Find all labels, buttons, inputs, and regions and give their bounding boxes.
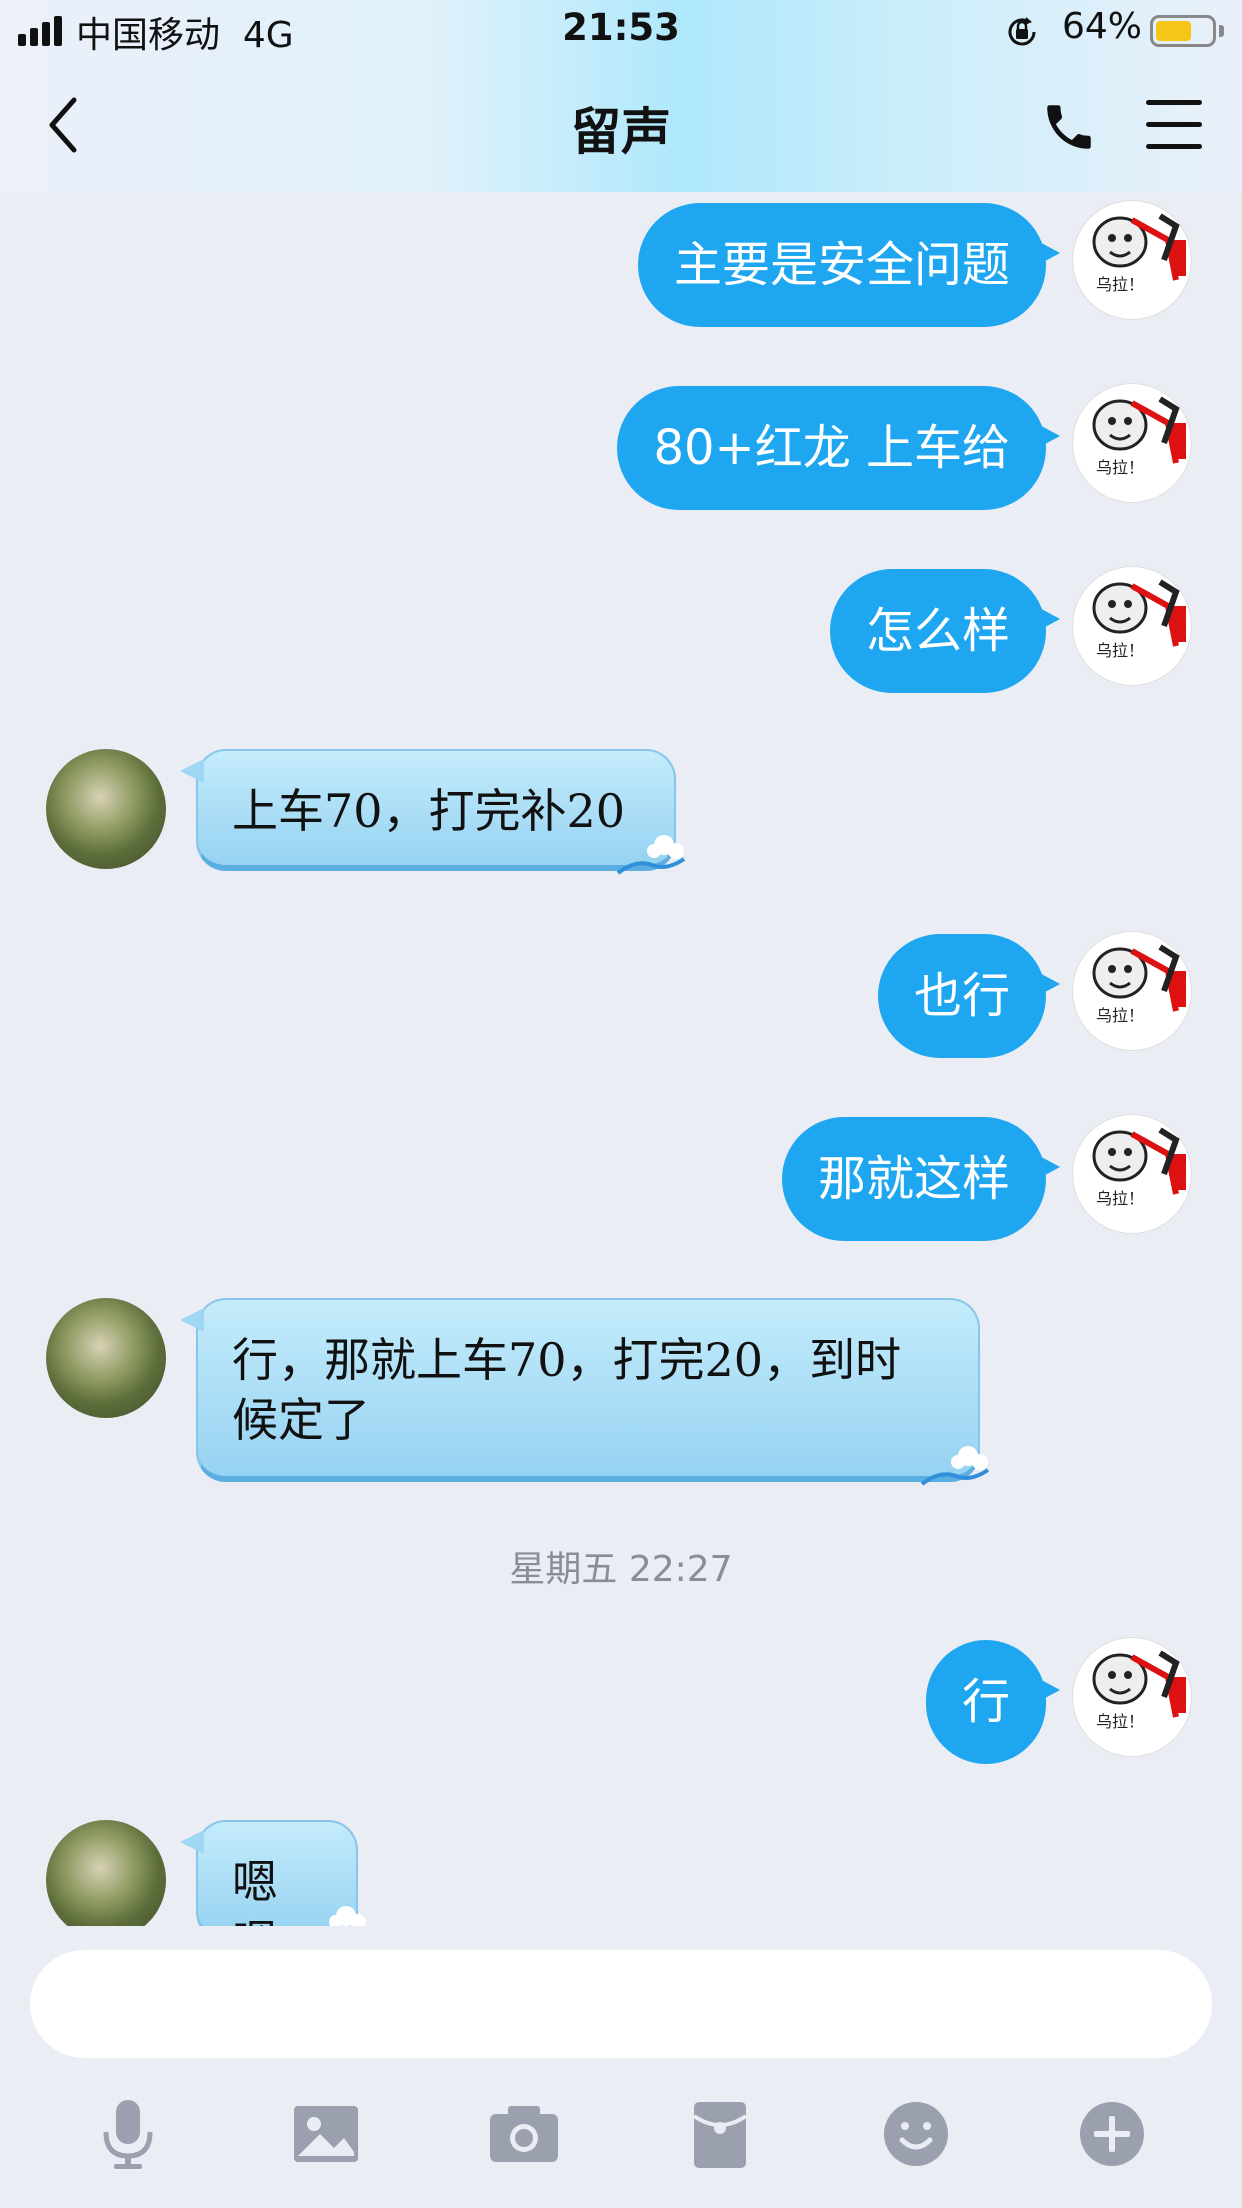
contact-avatar[interactable] xyxy=(46,749,166,869)
my-avatar[interactable]: 乌拉！ xyxy=(1072,200,1192,320)
contact-avatar[interactable] xyxy=(46,1298,166,1418)
meme-face-icon: 乌拉！ xyxy=(1092,396,1186,477)
rotation-lock-icon xyxy=(1008,17,1036,46)
composer-bar xyxy=(0,1926,1242,2208)
my-avatar[interactable]: 乌拉！ xyxy=(1072,1637,1192,1757)
message-input[interactable] xyxy=(30,1950,1212,2058)
wave-decoration-icon xyxy=(616,835,686,875)
chat-area: 主要是安全问题 乌拉！ 80+红龙 上车给 乌拉！ 怎么样 乌拉！ 上车70，打… xyxy=(0,192,1242,1926)
meme-face-icon: 乌拉！ xyxy=(1092,1650,1186,1731)
plus-icon[interactable] xyxy=(1072,2094,1152,2174)
microphone-icon[interactable] xyxy=(88,2094,168,2174)
message-row: 上车70，打完补20 xyxy=(0,749,1242,889)
svg-text:乌拉！: 乌拉！ xyxy=(1096,1189,1144,1208)
my-message-bubble[interactable]: 怎么样 xyxy=(829,569,1061,693)
svg-text:乌拉！: 乌拉！ xyxy=(1096,1712,1144,1731)
battery-nub xyxy=(1219,25,1224,37)
contact-message-text: 嗯嗯 xyxy=(232,1855,278,1926)
my-message-bubble[interactable]: 行 xyxy=(925,1640,1061,1764)
emoji-icon[interactable] xyxy=(876,2094,956,2174)
meme-face-icon: 乌拉！ xyxy=(1092,213,1186,294)
message-row: 嗯嗯 xyxy=(0,1820,1242,1926)
status-time: 21:53 xyxy=(562,6,680,49)
meme-face-icon: 乌拉！ xyxy=(1092,1127,1186,1208)
message-row: 也行 乌拉！ xyxy=(0,931,1242,1061)
svg-text:乌拉！: 乌拉！ xyxy=(1096,275,1144,294)
svg-text:乌拉！: 乌拉！ xyxy=(1096,641,1144,660)
my-avatar[interactable]: 乌拉！ xyxy=(1072,1114,1192,1234)
nav-bar: 留声 xyxy=(0,62,1242,192)
hamburger-menu-icon[interactable] xyxy=(1146,100,1202,150)
svg-text:乌拉！: 乌拉！ xyxy=(1096,1006,1144,1025)
contact-avatar[interactable] xyxy=(46,1820,166,1926)
meme-face-icon: 乌拉！ xyxy=(1092,944,1186,1025)
message-row: 怎么样 乌拉！ xyxy=(0,566,1242,696)
camera-icon[interactable] xyxy=(484,2094,564,2174)
header: 中国移动 4G 21:53 64% 留声 xyxy=(0,0,1242,192)
contact-message-bubble[interactable]: 上车70，打完补20 xyxy=(180,749,686,875)
contact-message-bubble[interactable]: 行，那就上车70，打完20，到时候定了 xyxy=(180,1298,990,1486)
red-packet-icon[interactable] xyxy=(680,2094,760,2174)
my-avatar[interactable]: 乌拉！ xyxy=(1072,383,1192,503)
my-message-bubble[interactable]: 80+红龙 上车给 xyxy=(617,386,1060,510)
wave-decoration-icon xyxy=(920,1446,990,1486)
message-row: 80+红龙 上车给 乌拉！ xyxy=(0,383,1242,513)
my-avatar[interactable]: 乌拉！ xyxy=(1072,931,1192,1051)
my-avatar[interactable]: 乌拉！ xyxy=(1072,566,1192,686)
svg-text:乌拉！: 乌拉！ xyxy=(1096,458,1144,477)
chevron-left-icon[interactable] xyxy=(40,90,90,160)
battery-fill xyxy=(1156,21,1191,41)
wave-decoration-icon xyxy=(329,1906,366,1926)
message-row: 行，那就上车70，打完20，到时候定了 xyxy=(0,1298,1242,1498)
my-message-bubble[interactable]: 也行 xyxy=(877,934,1061,1058)
message-timestamp: 星期五 22:27 xyxy=(509,1549,733,1590)
message-row: 那就这样 乌拉！ xyxy=(0,1114,1242,1244)
my-message-bubble[interactable]: 主要是安全问题 xyxy=(637,203,1061,327)
contact-message-text: 行，那就上车70，打完20，到时候定了 xyxy=(232,1333,902,1447)
contact-message-bubble[interactable]: 嗯嗯 xyxy=(180,1820,366,1926)
message-row: 主要是安全问题 乌拉！ xyxy=(0,200,1242,330)
battery-icon xyxy=(1150,15,1216,47)
status-bar: 中国移动 4G 21:53 64% xyxy=(0,0,1242,62)
message-row: 行 乌拉！ xyxy=(0,1637,1242,1767)
meme-face-icon: 乌拉！ xyxy=(1092,579,1186,660)
image-icon[interactable] xyxy=(286,2094,366,2174)
battery-percent: 64% xyxy=(1062,6,1143,47)
contact-message-text: 上车70，打完补20 xyxy=(232,784,626,838)
my-message-bubble[interactable]: 那就这样 xyxy=(781,1117,1061,1241)
phone-icon[interactable] xyxy=(1040,98,1098,156)
